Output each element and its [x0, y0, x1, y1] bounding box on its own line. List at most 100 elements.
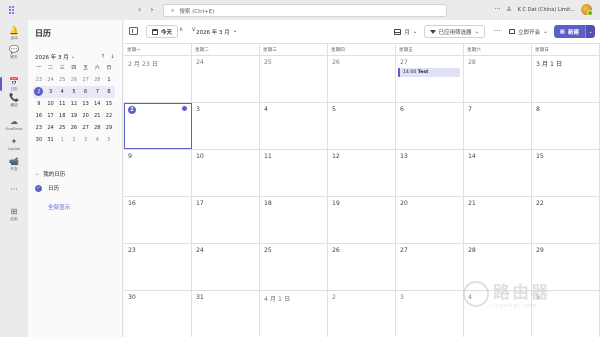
view-selector[interactable]: 月 ⌄ [394, 28, 418, 36]
mini-day[interactable]: 28 [91, 123, 103, 133]
mini-day[interactable]: 23 [33, 75, 45, 85]
mini-day[interactable]: 17 [45, 111, 57, 121]
more-icon[interactable]: ··· [491, 28, 503, 35]
day-cell[interactable]: 3 [396, 291, 464, 337]
meet-now-button[interactable]: 立即开会 ⌄ [509, 28, 548, 36]
day-cell[interactable]: 17 [192, 197, 260, 243]
forward-arrow-icon[interactable]: › [150, 5, 153, 14]
filter-button[interactable]: 已应用筛选器 ⌄ [423, 25, 486, 38]
mini-day[interactable]: 31 [45, 135, 57, 145]
show-all-link[interactable]: 全部显示 [48, 203, 70, 211]
day-cell[interactable]: 2 月 23 日 [124, 56, 192, 102]
mini-day[interactable]: 9 [33, 99, 45, 109]
checkmark-icon[interactable]: ✓ [35, 184, 42, 192]
tenant-name[interactable]: K C Dat (China) Limit... [518, 7, 575, 13]
day-cell[interactable]: 10 [192, 150, 260, 196]
day-cell[interactable]: 6 [396, 103, 464, 149]
mini-day[interactable]: 20 [80, 111, 92, 121]
new-event-main[interactable]: ▦ 新建 [553, 25, 585, 38]
mini-next-icon[interactable]: ↓ [110, 54, 115, 60]
day-cell[interactable]: 27 14:00 Test [396, 56, 464, 102]
search-box[interactable]: ⌕ 搜索 (Ctrl+E) [163, 4, 447, 17]
calendar-list-item[interactable]: ✓ 日历 [35, 184, 59, 192]
settings-bell-icon[interactable]: ♙ [506, 6, 511, 13]
mini-day[interactable]: 7 [91, 87, 103, 97]
mini-day[interactable]: 4 [91, 135, 103, 145]
prev-period-icon[interactable]: ∧ [179, 26, 183, 33]
day-cell[interactable]: 24 [192, 56, 260, 102]
mini-day[interactable]: 24 [45, 123, 57, 133]
mini-day[interactable]: 25 [56, 123, 68, 133]
day-cell[interactable]: 2 [328, 291, 396, 337]
day-cell[interactable]: 20 [396, 197, 464, 243]
rail-item-8[interactable]: ⊞ 应用 [0, 207, 28, 222]
chevron-down-icon[interactable]: ⌄ [71, 54, 76, 60]
my-calendars-header[interactable]: ⌄ 我的日历 [35, 170, 65, 178]
avatar[interactable] [581, 4, 593, 16]
day-cell[interactable]: 8 [532, 103, 600, 149]
mini-day[interactable]: 27 [80, 123, 92, 133]
mini-day[interactable]: 23 [33, 123, 45, 133]
mini-day[interactable]: 25 [56, 75, 68, 85]
mini-day[interactable]: 19 [68, 111, 80, 121]
mini-day[interactable]: 21 [91, 111, 103, 121]
mini-day[interactable]: 5 [103, 135, 115, 145]
mini-day[interactable]: 1 [103, 75, 115, 85]
day-cell[interactable]: 5 [328, 103, 396, 149]
mini-prev-icon[interactable]: ↑ [101, 54, 106, 60]
current-month-selector[interactable]: 2026 年 3 月 ⌄ [196, 28, 237, 36]
mini-day[interactable]: 24 [45, 75, 57, 85]
day-cell[interactable]: 26 [328, 244, 396, 290]
rail-item-3[interactable]: 📞 通话 [0, 93, 28, 108]
day-cell[interactable]: 15 [532, 150, 600, 196]
add-event-icon[interactable] [182, 106, 187, 111]
day-cell[interactable]: 2 [124, 103, 192, 149]
mini-day[interactable]: 5 [68, 87, 80, 97]
mini-day[interactable]: 6 [80, 87, 92, 97]
rail-item-4[interactable]: ☁ OneDrive [0, 117, 28, 131]
mini-month-label[interactable]: 2026 年 3 月 [35, 53, 69, 61]
mini-day[interactable]: 26 [68, 75, 80, 85]
day-cell[interactable]: 18 [260, 197, 328, 243]
day-cell[interactable]: 14 [464, 150, 532, 196]
day-cell[interactable]: 7 [464, 103, 532, 149]
mini-day[interactable]: 22 [103, 111, 115, 121]
day-cell[interactable]: 26 [328, 56, 396, 102]
day-cell[interactable]: 4 [260, 103, 328, 149]
day-cell[interactable]: 13 [396, 150, 464, 196]
mini-day[interactable]: 3 [45, 87, 57, 97]
mini-day[interactable]: 1 [56, 135, 68, 145]
day-cell[interactable]: 9 [124, 150, 192, 196]
day-cell[interactable]: 25 [260, 56, 328, 102]
day-cell[interactable]: 24 [192, 244, 260, 290]
rail-item-0[interactable]: 🔔 活动 [0, 26, 28, 41]
mini-day[interactable]: 11 [56, 99, 68, 109]
rail-item-1[interactable]: 💬 聊天 [0, 45, 28, 60]
mini-day[interactable]: 18 [56, 111, 68, 121]
day-cell[interactable]: 4 月 1 日 [260, 291, 328, 337]
today-button[interactable]: 今天 [146, 25, 179, 38]
rail-item-2[interactable]: 📅 日历 [0, 77, 28, 92]
day-cell[interactable]: 27 [396, 244, 464, 290]
day-cell[interactable]: 28 [464, 56, 532, 102]
day-cell[interactable]: 12 [328, 150, 396, 196]
toggle-sidebar-icon[interactable] [129, 27, 138, 35]
day-cell[interactable]: 30 [124, 291, 192, 337]
rail-item-6[interactable]: 📹 开会 [0, 157, 28, 172]
day-cell[interactable]: 25 [260, 244, 328, 290]
day-cell[interactable]: 23 [124, 244, 192, 290]
day-cell[interactable]: 16 [124, 197, 192, 243]
day-cell[interactable]: 11 [260, 150, 328, 196]
app-launcher-icon[interactable] [9, 6, 17, 14]
mini-day[interactable]: 8 [103, 87, 115, 97]
mini-day[interactable]: 16 [33, 111, 45, 121]
day-cell[interactable]: 21 [464, 197, 532, 243]
mini-day[interactable]: 10 [45, 99, 57, 109]
day-cell[interactable]: 31 [192, 291, 260, 337]
mini-day[interactable]: 2 [33, 87, 45, 97]
day-cell[interactable]: 3 月 1 日 [532, 56, 600, 102]
mini-day[interactable]: 3 [80, 135, 92, 145]
more-options-icon[interactable]: ··· [495, 6, 501, 13]
day-cell[interactable]: 22 [532, 197, 600, 243]
mini-day[interactable]: 28 [91, 75, 103, 85]
